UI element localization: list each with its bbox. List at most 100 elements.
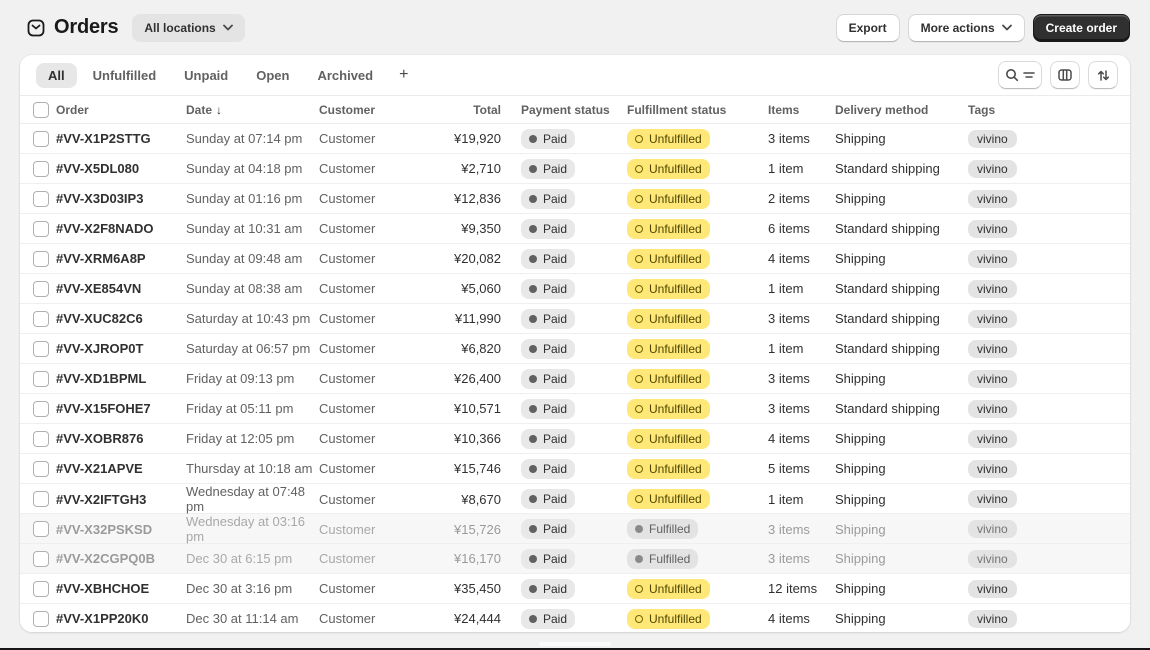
row-checkbox[interactable] — [33, 280, 49, 297]
column-header-payment-status[interactable]: Payment status — [515, 103, 627, 117]
location-filter-button[interactable]: All locations — [132, 13, 245, 42]
table-row[interactable]: #VV-XBHCHOE Dec 30 at 3:16 pm Customer ¥… — [20, 574, 1130, 604]
table-row[interactable]: #VV-X2CGPQ0B Dec 30 at 6:15 pm Customer … — [20, 544, 1130, 574]
row-checkbox[interactable] — [33, 160, 49, 177]
table-row[interactable]: #VV-X32PSKSD Wednesday at 03:16 pm Custo… — [20, 514, 1130, 544]
row-checkbox-cell — [20, 280, 56, 297]
row-checkbox[interactable] — [33, 610, 49, 627]
fulfillment-status-cell: Unfulfilled — [627, 278, 768, 299]
row-checkbox-cell — [20, 310, 56, 327]
export-button[interactable]: Export — [835, 13, 900, 42]
more-actions-button[interactable]: More actions — [907, 13, 1025, 42]
payment-status-label: Paid — [543, 251, 568, 266]
column-header-fulfillment-status[interactable]: Fulfillment status — [627, 103, 768, 117]
sort-button[interactable] — [1088, 61, 1118, 89]
tab-archived[interactable]: Archived — [305, 63, 385, 88]
order-number: #VV-X15FOHE7 — [56, 401, 151, 416]
column-header-date[interactable]: Date ↓ — [186, 103, 319, 117]
row-checkbox[interactable] — [33, 130, 49, 147]
order-total: ¥16,170 — [454, 551, 501, 566]
row-checkbox-cell — [20, 250, 56, 267]
table-row[interactable]: #VV-X5DL080 Sunday at 04:18 pm Customer … — [20, 154, 1130, 184]
payment-status-cell: Paid — [515, 608, 627, 629]
tag-badge: vivino — [968, 309, 1017, 328]
payment-status-cell: Paid — [515, 398, 627, 419]
row-checkbox[interactable] — [33, 430, 49, 447]
fulfillment-status-cell: Unfulfilled — [627, 428, 768, 449]
table-row[interactable]: #VV-XD1BPML Friday at 09:13 pm Customer … — [20, 364, 1130, 394]
fulfillment-status-badge: Unfulfilled — [627, 158, 710, 179]
fulfillment-status-label: Unfulfilled — [649, 311, 702, 326]
column-header-items[interactable]: Items — [768, 103, 835, 117]
order-number: #VV-XOBR876 — [56, 431, 144, 446]
table-row[interactable]: #VV-XOBR876 Friday at 12:05 pm Customer … — [20, 424, 1130, 454]
fulfillment-status-cell: Unfulfilled — [627, 368, 768, 389]
fulfillment-status-label: Fulfilled — [649, 522, 691, 536]
table-row[interactable]: #VV-XJROP0T Saturday at 06:57 pm Custome… — [20, 334, 1130, 364]
more-actions-label: More actions — [920, 20, 995, 35]
fulfillment-status-label: Fulfilled — [649, 551, 691, 566]
table-row[interactable]: #VV-X1PP20K0 Dec 30 at 11:14 am Customer… — [20, 604, 1130, 632]
edit-columns-button[interactable] — [1050, 61, 1080, 89]
column-header-order[interactable]: Order — [56, 103, 186, 117]
column-header-customer[interactable]: Customer — [319, 103, 419, 117]
payment-status-label: Paid — [543, 281, 568, 296]
tag-badge: vivino — [968, 429, 1017, 448]
row-checkbox[interactable] — [33, 340, 49, 357]
row-checkbox[interactable] — [33, 190, 49, 207]
row-checkbox[interactable] — [33, 310, 49, 327]
row-checkbox[interactable] — [33, 460, 49, 477]
table-row[interactable]: #VV-X2F8NADO Sunday at 10:31 am Customer… — [20, 214, 1130, 244]
tab-unpaid[interactable]: Unpaid — [172, 63, 240, 88]
fulfillment-status-badge: Unfulfilled — [627, 398, 710, 419]
horizontal-scroll-indicator[interactable] — [539, 642, 611, 646]
table-row[interactable]: #VV-X21APVE Thursday at 10:18 am Custome… — [20, 454, 1130, 484]
table-body: #VV-X1P2STTG Sunday at 07:14 pm Customer… — [20, 124, 1130, 632]
row-checkbox[interactable] — [33, 580, 49, 597]
order-number: #VV-XUC82C6 — [56, 311, 143, 326]
order-number: #VV-X32PSKSD — [56, 521, 153, 537]
column-header-total[interactable]: Total — [419, 103, 515, 117]
row-checkbox[interactable] — [33, 370, 49, 387]
select-all-checkbox[interactable] — [33, 101, 49, 118]
row-checkbox-cell — [20, 160, 56, 177]
customer-name: Customer — [319, 221, 376, 236]
create-order-button[interactable]: Create order — [1032, 13, 1130, 42]
delivery-method: Shipping — [835, 491, 886, 507]
customer-name: Customer — [319, 581, 376, 596]
fulfillment-status-badge: Unfulfilled — [627, 128, 710, 149]
tag-badge: vivino — [968, 159, 1017, 178]
tag-badge: vivino — [968, 579, 1017, 598]
table-toolbar — [998, 61, 1118, 89]
tab-unfulfilled[interactable]: Unfulfilled — [81, 63, 169, 88]
fulfillment-status-label: Unfulfilled — [649, 581, 702, 596]
row-checkbox[interactable] — [33, 550, 49, 567]
table-row[interactable]: #VV-X15FOHE7 Friday at 05:11 pm Customer… — [20, 394, 1130, 424]
search-and-filter-button[interactable] — [998, 61, 1042, 89]
row-checkbox[interactable] — [33, 491, 49, 507]
table-row[interactable]: #VV-XUC82C6 Saturday at 10:43 pm Custome… — [20, 304, 1130, 334]
tab-all[interactable]: All — [36, 62, 77, 88]
row-checkbox-cell — [20, 130, 56, 147]
row-checkbox[interactable] — [33, 400, 49, 417]
table-row[interactable]: #VV-X2IFTGH3 Wednesday at 07:48 pm Custo… — [20, 484, 1130, 514]
fulfillment-status-label: Unfulfilled — [649, 161, 702, 176]
payment-status-label: Paid — [543, 461, 568, 476]
delivery-method: Shipping — [835, 461, 886, 476]
fulfillment-status-badge: Unfulfilled — [627, 489, 710, 509]
table-row[interactable]: #VV-XE854VN Sunday at 08:38 am Customer … — [20, 274, 1130, 304]
table-row[interactable]: #VV-X1P2STTG Sunday at 07:14 pm Customer… — [20, 124, 1130, 154]
row-checkbox[interactable] — [33, 220, 49, 237]
table-row[interactable]: #VV-XRM6A8P Sunday at 09:48 am Customer … — [20, 244, 1130, 274]
paid-dot-icon — [529, 224, 537, 233]
table-row[interactable]: #VV-X3D03IP3 Sunday at 01:16 pm Customer… — [20, 184, 1130, 214]
add-view-button[interactable]: + — [389, 64, 418, 86]
row-checkbox[interactable] — [33, 250, 49, 267]
tag-badge: vivino — [968, 279, 1017, 298]
column-header-delivery-method[interactable]: Delivery method — [835, 103, 968, 117]
fulfillment-status-cell: Unfulfilled — [627, 458, 768, 479]
row-checkbox[interactable] — [33, 521, 49, 537]
column-header-tags[interactable]: Tags — [968, 103, 1130, 117]
tab-open[interactable]: Open — [244, 63, 301, 88]
payment-status-badge: Paid — [521, 608, 576, 629]
